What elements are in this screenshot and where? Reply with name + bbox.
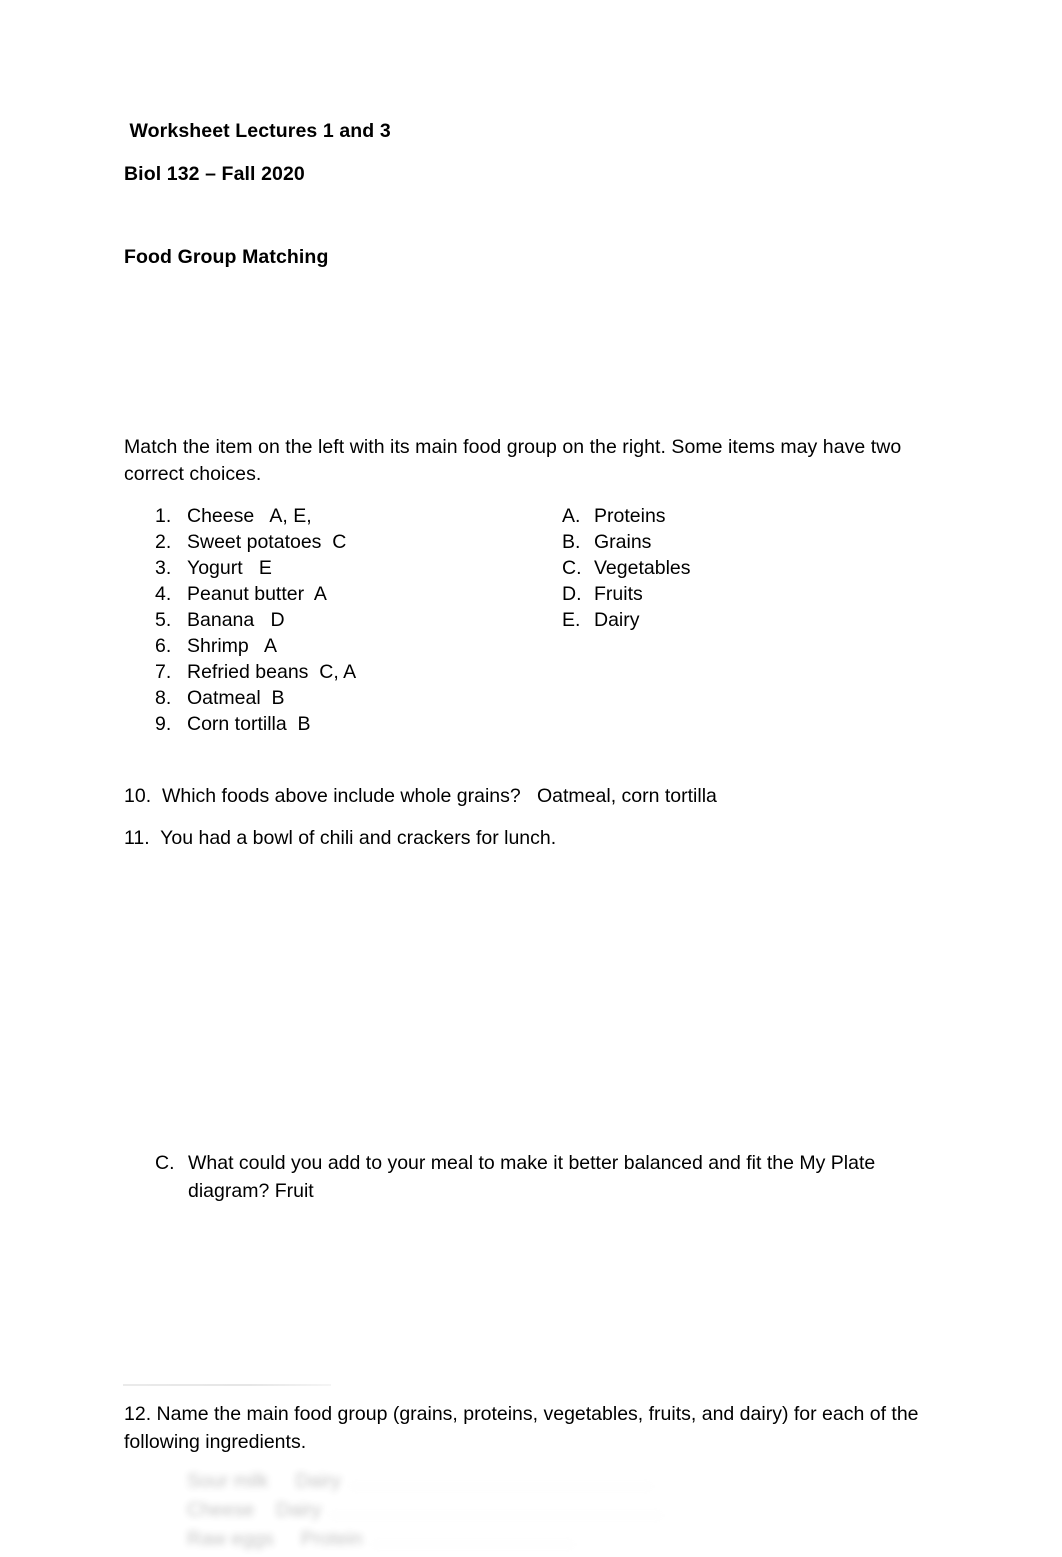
answer-blank [350,1470,651,1487]
sub-question-text: What could you add to your meal to make … [188,1152,876,1202]
list-item: C. Vegetables [562,557,862,583]
sub-question-marker: C. [155,1152,175,1174]
list-item: 1. Cheese A, E, [155,505,535,531]
list-item-text: Proteins [594,505,666,527]
list-item: Raw eggs Protein [155,1528,855,1557]
answer-blank [331,1499,662,1516]
list-item-text: Vegetables [594,557,691,579]
list-marker: 2. [155,531,172,553]
document-page: Worksheet Lectures 1 and 3 Biol 132 – Fa… [0,0,1062,1556]
question-10: 10. Which foods above include whole grai… [124,785,717,807]
answer-blank [372,1528,573,1545]
question-12: 12. Name the main food group (grains, pr… [124,1403,919,1453]
list-item-text: Cheese Dairy [187,1499,322,1521]
list-item-text: Sweet potatoes C [187,531,347,553]
list-item-text: Grains [594,531,652,553]
list-marker: 4. [155,583,172,605]
question-11: 11. You had a bowl of chili and crackers… [124,827,557,849]
matching-groups-column: A. Proteins B. Grains C. Vegetables D. F… [562,505,862,635]
list-item: 4. Peanut butter A [155,583,535,609]
question-11-part-c: C. What could you add to your meal to ma… [155,1149,915,1205]
list-marker: 1. [155,505,172,527]
list-item: 9. Corn tortilla B [155,713,535,739]
list-item-text: Cheese A, E, [187,505,312,527]
list-item: 5. Banana D [155,609,535,635]
list-marker: D. [562,583,582,605]
list-marker: 6. [155,635,172,657]
document-title: Worksheet Lectures 1 and 3 [124,120,391,142]
list-item-text: Refried beans C, A [187,661,357,683]
list-item-text: Fruits [594,583,643,605]
list-item: D. Fruits [562,583,862,609]
list-marker: E. [562,609,581,631]
list-marker: 3. [155,557,172,579]
list-marker: C. [562,557,582,579]
list-item-text: Banana D [187,609,285,631]
list-marker: A. [562,505,581,527]
list-marker: 7. [155,661,172,683]
list-item-text: Corn tortilla B [187,713,311,735]
list-marker: 8. [155,687,172,709]
matching-instructions: Match the item on the left with its main… [124,436,902,485]
list-item: 3. Yogurt E [155,557,535,583]
list-item: A. Proteins [562,505,862,531]
list-item: Sour milk Dairy [155,1470,855,1499]
list-item: B. Grains [562,531,862,557]
section-heading-food-group-matching: Food Group Matching [124,246,329,268]
section-divider [123,1384,331,1386]
list-item-text: Raw eggs Protein [187,1528,363,1550]
list-item-text: Oatmeal B [187,687,285,709]
list-marker: 9. [155,713,172,735]
list-item: 8. Oatmeal B [155,687,535,713]
list-item-text: Dairy [594,609,640,631]
list-item: Cheese Dairy [155,1499,855,1528]
matching-items-column: 1. Cheese A, E, 2. Sweet potatoes C 3. Y… [155,505,535,739]
document-subtitle: Biol 132 – Fall 2020 [124,163,305,185]
list-item-text: Shrimp A [187,635,277,657]
list-item: 2. Sweet potatoes C [155,531,535,557]
list-item-text: Sour milk Dairy [187,1470,341,1492]
list-marker: 5. [155,609,172,631]
obscured-answer-list: Sour milk Dairy Cheese Dairy Raw eggs Pr… [155,1470,855,1557]
list-item: 7. Refried beans C, A [155,661,535,687]
list-marker: B. [562,531,581,553]
list-item-text: Yogurt E [187,557,272,579]
list-item: E. Dairy [562,609,862,635]
list-item-text: Peanut butter A [187,583,327,605]
list-item: 6. Shrimp A [155,635,535,661]
